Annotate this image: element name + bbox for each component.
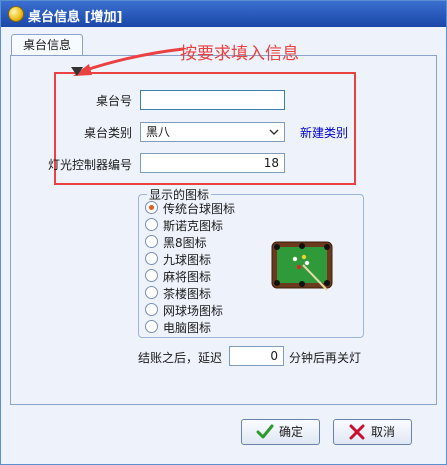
option-label[interactable]: 黑8图标 — [163, 234, 207, 251]
marker-triangle-icon — [71, 67, 83, 76]
billiard-table-icon — [271, 241, 333, 291]
delay-suffix: 分钟后再关灯 — [289, 351, 362, 365]
ok-button[interactable]: 确定 — [241, 419, 320, 445]
radio-mahjong[interactable] — [145, 269, 158, 282]
dialog-window: 桌台信息 [增加] 桌台信息 按要求填入信息 桌台号 桌台类别 黑八 新建类别 … — [0, 0, 447, 465]
delay-prefix: 结账之后，延迟 — [138, 351, 223, 365]
option-label[interactable]: 斯诺克图标 — [163, 217, 223, 234]
controller-input[interactable]: 18 — [140, 153, 285, 173]
option-label[interactable]: 电脑图标 — [163, 319, 211, 336]
table-no-label: 桌台号 — [96, 94, 133, 108]
radio-computer[interactable] — [145, 320, 158, 333]
window-title: 桌台信息 [增加] — [28, 10, 123, 25]
app-icon — [8, 6, 24, 22]
new-category-link[interactable]: 新建类别 — [300, 124, 348, 141]
option-label[interactable]: 传统台球图标 — [163, 200, 235, 217]
option-label[interactable]: 茶楼图标 — [163, 285, 211, 302]
option-label[interactable]: 九球图标 — [163, 251, 211, 268]
option-label[interactable]: 网球场图标 — [163, 302, 223, 319]
radio-teahouse[interactable] — [145, 286, 158, 299]
radio-nineball[interactable] — [145, 252, 158, 265]
cancel-button[interactable]: 取消 — [333, 419, 412, 445]
cancel-label: 取消 — [371, 425, 396, 439]
controller-label: 灯光控制器编号 — [48, 158, 133, 172]
radio-traditional[interactable] — [145, 201, 158, 214]
radio-tennis[interactable] — [145, 303, 158, 316]
option-label[interactable]: 麻将图标 — [163, 268, 211, 285]
category-value: 黑八 — [146, 125, 171, 139]
category-label: 桌台类别 — [84, 126, 133, 140]
chevron-down-icon — [269, 129, 279, 135]
cross-icon — [349, 424, 365, 440]
table-no-input[interactable] — [140, 90, 285, 110]
delay-input[interactable]: 0 — [229, 346, 284, 366]
check-icon — [256, 424, 274, 439]
category-select[interactable]: 黑八 — [140, 122, 285, 142]
title-bar: 桌台信息 [增加] — [1, 1, 446, 27]
radio-snooker[interactable] — [145, 218, 158, 231]
ok-label: 确定 — [279, 425, 304, 439]
radio-black8[interactable] — [145, 235, 158, 248]
annotation-text: 按要求填入信息 — [180, 44, 299, 64]
